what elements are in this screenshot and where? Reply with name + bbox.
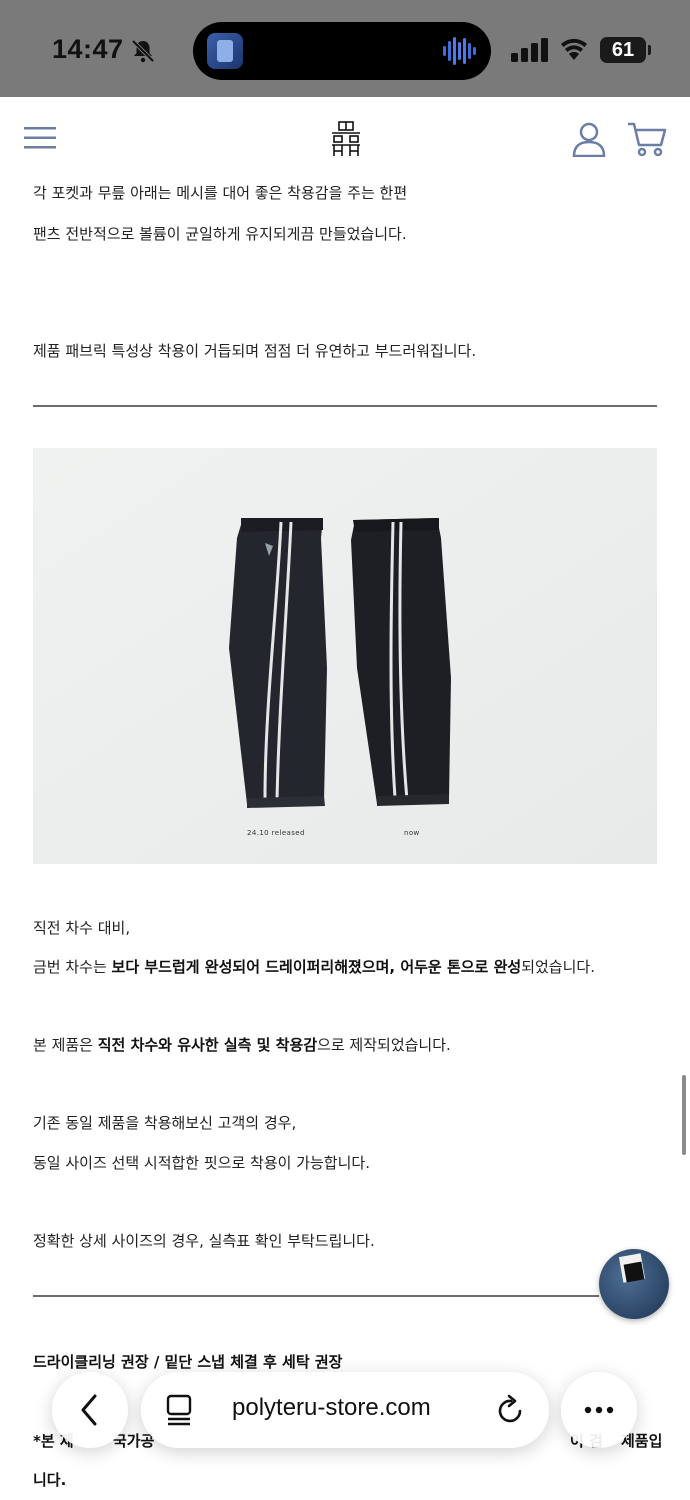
address-bar[interactable]: polyteru-store.com xyxy=(141,1372,549,1448)
floating-product-thumbnail[interactable] xyxy=(599,1249,669,1319)
ellipsis-icon xyxy=(584,1406,614,1414)
existing-customer-note: 동일 사이즈 선택 시적합한 핏으로 착용이 가능합니다. xyxy=(33,1154,370,1172)
compare-detail: 금번 차수는 보다 부드럽게 완성되어 드레이퍼리해졌으며, 어두운 톤으로 완… xyxy=(33,956,595,977)
hamburger-menu-icon[interactable] xyxy=(24,127,56,149)
notice-fragment: 니다. xyxy=(33,1471,67,1489)
fit-note: 본 제품은 직전 차수와 유사한 실측 및 착용감으로 제작되었습니다. xyxy=(33,1034,451,1055)
status-bar: 14:47 61 xyxy=(0,0,690,97)
more-options-button[interactable] xyxy=(561,1372,637,1448)
page-scrollbar[interactable] xyxy=(682,1075,686,1155)
text-run: 으로 제작되었습니다. xyxy=(317,1036,451,1054)
dynamic-island[interactable] xyxy=(193,22,491,80)
pants-photo xyxy=(33,448,657,864)
section-divider xyxy=(33,1295,599,1297)
chevron-left-icon xyxy=(81,1394,97,1426)
back-button[interactable] xyxy=(52,1372,128,1448)
battery-level: 61 xyxy=(600,37,646,63)
silent-bell-icon xyxy=(131,39,155,63)
care-instructions-heading: 드라이클리닝 권장 / 밑단 스냅 체결 후 세탁 권장 xyxy=(33,1353,343,1371)
thumbnail-label-mark xyxy=(623,1261,645,1283)
image-caption-left: 24.10 released xyxy=(247,829,305,837)
reload-icon[interactable] xyxy=(496,1394,526,1426)
fabric-note: 제품 패브릭 특성상 착용이 거듭되며 점점 더 유연하고 부드러워집니다. xyxy=(33,342,477,360)
status-time: 14:47 xyxy=(52,34,124,64)
text-run: 되었습니다. xyxy=(521,958,595,976)
section-divider xyxy=(33,405,657,407)
page-menu-icon[interactable] xyxy=(165,1394,193,1426)
battery-cap xyxy=(648,45,651,55)
shopping-cart-icon[interactable] xyxy=(627,121,667,157)
text-run: 본 제품은 xyxy=(33,1036,98,1054)
wifi-icon xyxy=(561,38,587,60)
text-run: 금번 차수는 xyxy=(33,958,112,976)
image-caption-right: now xyxy=(404,829,420,837)
pants-left xyxy=(229,518,327,808)
text-run-bold: 직전 차수와 유사한 실측 및 착용감 xyxy=(97,1036,318,1054)
brand-logo[interactable] xyxy=(330,121,362,157)
now-playing-artwork xyxy=(207,33,243,69)
audio-waveform-icon xyxy=(443,37,476,65)
site-header xyxy=(0,97,690,177)
description-line: 팬츠 전반적으로 볼륨이 균일하게 유지되게끔 만들었습니다. xyxy=(33,225,407,243)
user-account-icon[interactable] xyxy=(571,121,607,157)
product-comparison-image: 24.10 released now xyxy=(33,448,657,864)
existing-customer-note: 기존 동일 제품을 착용해보신 고객의 경우, xyxy=(33,1114,297,1132)
cellular-signal-icon xyxy=(511,38,548,62)
url-text: polyteru-store.com xyxy=(232,1394,431,1421)
text-run-bold: 보다 부드럽게 완성되어 드레이퍼리해졌으며, 어두운 톤으로 완성 xyxy=(111,958,522,976)
size-chart-note: 정확한 상세 사이즈의 경우, 실측표 확인 부탁드립니다. xyxy=(33,1232,375,1250)
compare-intro: 직전 차수 대비, xyxy=(33,919,131,937)
description-line: 각 포켓과 무릎 아래는 메시를 대어 좋은 착용감을 주는 한편 xyxy=(33,184,408,202)
